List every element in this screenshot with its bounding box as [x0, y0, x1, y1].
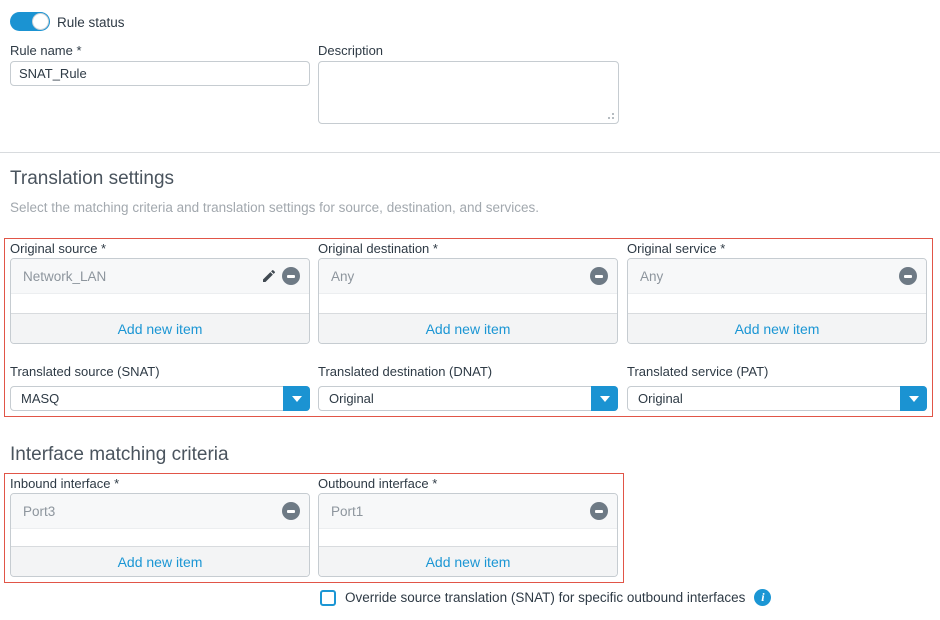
inbound-interface-box: Port3 Add new item: [10, 493, 310, 577]
item-label: Port1: [331, 504, 590, 519]
info-icon[interactable]: i: [754, 589, 771, 606]
original-service-label: Original service *: [627, 241, 927, 256]
rule-name-input[interactable]: [10, 61, 310, 86]
list-item[interactable]: Network_LAN: [11, 259, 309, 294]
translated-destination-label: Translated destination (DNAT): [318, 364, 618, 379]
chevron-down-icon[interactable]: [283, 386, 310, 411]
remove-icon[interactable]: [282, 267, 300, 285]
description-label: Description: [318, 43, 383, 58]
item-label: Any: [331, 269, 590, 284]
item-box-empty-area: [628, 294, 926, 313]
item-box-empty-area: [11, 294, 309, 313]
chevron-down-icon[interactable]: [591, 386, 618, 411]
remove-icon[interactable]: [590, 267, 608, 285]
add-new-item-button[interactable]: Add new item: [11, 313, 309, 343]
selected-value: Original: [638, 391, 683, 406]
item-box-empty-area: [319, 294, 617, 313]
add-new-item-button[interactable]: Add new item: [628, 313, 926, 343]
add-new-item-button[interactable]: Add new item: [11, 546, 309, 576]
outbound-interface-box: Port1 Add new item: [318, 493, 618, 577]
rule-name-label: Rule name *: [10, 43, 82, 58]
translated-service-select[interactable]: Original: [627, 386, 927, 411]
selected-value: MASQ: [21, 391, 59, 406]
list-item[interactable]: Port1: [319, 494, 617, 529]
original-source-label: Original source *: [10, 241, 310, 256]
translated-source-field: Translated source (SNAT) MASQ: [10, 364, 310, 411]
original-destination-label: Original destination *: [318, 241, 618, 256]
list-item[interactable]: Any: [319, 259, 617, 294]
remove-icon[interactable]: [899, 267, 917, 285]
item-label: Any: [640, 269, 899, 284]
description-field-wrap: [318, 61, 619, 124]
toggle-knob[interactable]: [32, 13, 49, 30]
override-snat-row: Override source translation (SNAT) for s…: [320, 589, 771, 606]
interface-matching-heading: Interface matching criteria: [10, 444, 229, 466]
original-destination-box: Any Add new item: [318, 258, 618, 344]
translated-service-field: Translated service (PAT) Original: [627, 364, 927, 411]
translated-destination-field: Translated destination (DNAT) Original: [318, 364, 618, 411]
item-box-empty-area: [11, 529, 309, 546]
add-new-item-button[interactable]: Add new item: [319, 313, 617, 343]
item-label: Port3: [23, 504, 282, 519]
outbound-interface-label: Outbound interface *: [318, 476, 618, 491]
translated-destination-select[interactable]: Original: [318, 386, 618, 411]
translated-source-select[interactable]: MASQ: [10, 386, 310, 411]
inbound-interface-label: Inbound interface *: [10, 476, 310, 491]
description-textarea[interactable]: [318, 61, 619, 124]
add-new-item-button[interactable]: Add new item: [319, 546, 617, 576]
remove-icon[interactable]: [282, 502, 300, 520]
override-snat-label: Override source translation (SNAT) for s…: [345, 590, 745, 605]
section-divider: [0, 152, 940, 153]
original-destination-column: Original destination * Any Add new item: [318, 241, 618, 344]
override-snat-checkbox[interactable]: [320, 590, 336, 606]
item-label: Network_LAN: [23, 269, 261, 284]
original-source-column: Original source * Network_LAN Add new it…: [10, 241, 310, 344]
item-box-empty-area: [319, 529, 617, 546]
rule-status-toggle[interactable]: [10, 12, 50, 31]
translated-source-label: Translated source (SNAT): [10, 364, 310, 379]
original-source-box: Network_LAN Add new item: [10, 258, 310, 344]
chevron-down-icon[interactable]: [900, 386, 927, 411]
list-item[interactable]: Port3: [11, 494, 309, 529]
remove-icon[interactable]: [590, 502, 608, 520]
translated-service-label: Translated service (PAT): [627, 364, 927, 379]
translation-settings-subtitle: Select the matching criteria and transla…: [10, 200, 539, 215]
edit-icon[interactable]: [261, 268, 277, 284]
outbound-interface-column: Outbound interface * Port1 Add new item: [318, 476, 618, 577]
rule-status-label: Rule status: [57, 15, 125, 30]
inbound-interface-column: Inbound interface * Port3 Add new item: [10, 476, 310, 577]
original-service-box: Any Add new item: [627, 258, 927, 344]
translation-settings-heading: Translation settings: [10, 168, 174, 190]
selected-value: Original: [329, 391, 374, 406]
list-item[interactable]: Any: [628, 259, 926, 294]
original-service-column: Original service * Any Add new item: [627, 241, 927, 344]
